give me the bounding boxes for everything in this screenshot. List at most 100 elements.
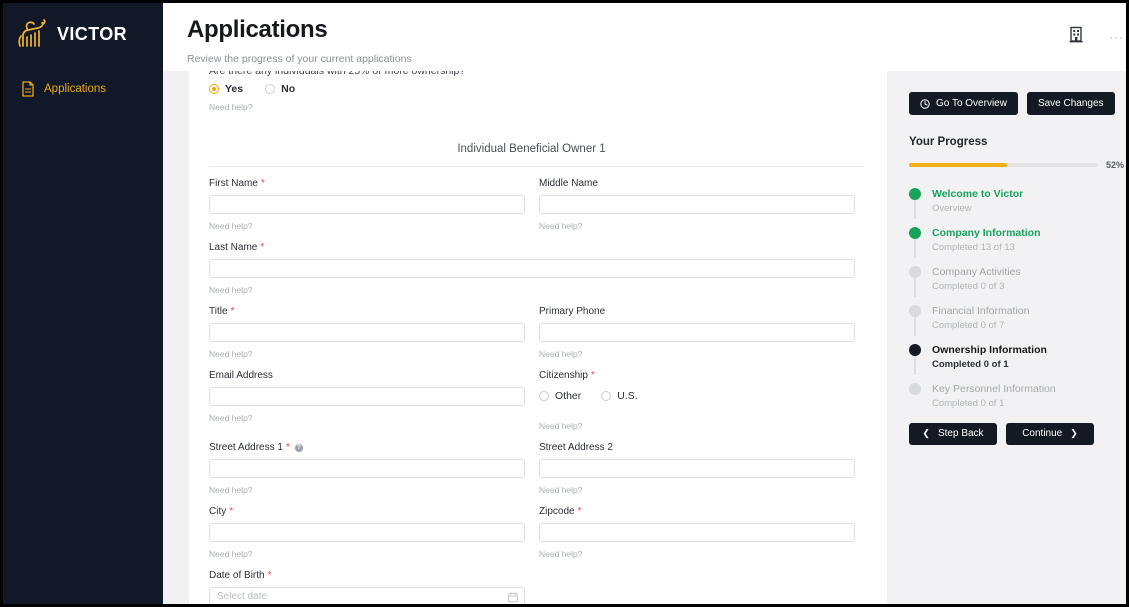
step-dot-column [909,343,921,375]
need-help-link[interactable]: Need help? [209,413,525,423]
progress-steps-list: Welcome to Victor Overview Company Informa… [909,187,1124,411]
progress-step[interactable]: Company Activities Completed 0 of 3 [909,265,1124,304]
required-marker: * [285,441,290,453]
need-help-link[interactable]: Need help? [199,102,864,112]
brand-logo[interactable]: VICTOR [3,16,163,52]
ownership-option-yes[interactable]: Yes [209,83,243,95]
citizenship-option-us[interactable]: U.S. [601,390,638,402]
need-help-link[interactable]: Need help? [539,221,855,231]
ownership-question: Are there any individuals with 25% or mo… [199,71,864,76]
step-title: Welcome to Victor [932,188,1024,200]
first-name-label: First Name * [209,177,265,189]
street-address-2-label: Street Address 2 [539,442,613,453]
progress-step[interactable]: Welcome to Victor Overview [909,187,1124,226]
sidebar-item-applications[interactable]: Applications [3,76,163,102]
row-last-name: Last Name * Need help? [199,231,864,295]
row-street-addresses: Street Address 1 * ? Need help? Street Ad… [199,431,864,495]
step-subtitle: Overview [932,203,972,215]
progress-action-buttons: Go To Overview Save Changes [909,92,1124,115]
wizard-nav-buttons: ❮ Step Back Continue ❯ [909,422,1124,445]
radio-no-icon [265,84,276,94]
step-status-dot-icon [909,188,921,200]
step-text: Company Information Completed 13 of 13 [932,226,1041,255]
primary-phone-input[interactable] [539,323,855,342]
need-help-link[interactable]: Need help? [209,285,855,295]
beneficial-owner-form: Are there any individuals with 25% or mo… [199,71,864,604]
section-title: Individual Beneficial Owner 1 [457,143,606,155]
step-dot-column [909,304,921,336]
field-middle-name: Middle Name Need help? [539,178,855,231]
field-primary-phone: Primary Phone Need help? [539,306,855,359]
progress-step[interactable]: Company Information Completed 13 of 13 [909,226,1124,265]
progress-fill [909,163,1007,167]
field-zipcode: Zipcode * Need help? [539,506,855,559]
step-title: Company Activities [932,265,1021,278]
city-label: City * [209,505,234,517]
go-to-overview-button[interactable]: Go To Overview [909,92,1018,115]
first-name-input[interactable] [209,195,525,214]
step-subtitle: Completed 0 of 1 [932,397,1005,409]
need-help-link[interactable]: Need help? [539,421,855,431]
step-subtitle: Completed 0 of 3 [932,281,1005,293]
progress-percent-label: 52% [1105,160,1124,170]
ownership-option-no[interactable]: No [265,83,295,95]
ownership-radio-group: Yes No [199,83,864,95]
document-icon [21,81,35,97]
required-marker: * [260,241,265,253]
continue-label: Continue [1022,428,1063,440]
chevron-right-icon: ❯ [1070,428,1078,439]
need-help-link[interactable]: Need help? [209,549,525,559]
title-input[interactable] [209,323,525,342]
need-help-link[interactable]: Need help? [209,485,525,495]
sidebar-item-label: Applications [44,83,107,95]
need-help-link[interactable]: Need help? [539,485,855,495]
step-connector-line [914,198,916,219]
progress-step[interactable]: Ownership Information Completed 0 of 1 [909,343,1124,382]
email-address-input[interactable] [209,387,525,406]
form-column: Are there any individuals with 25% or mo… [163,71,887,604]
zipcode-input[interactable] [539,523,855,542]
sidebar-nav: Applications [3,76,163,102]
street-address-1-label: Street Address 1 * ? [209,442,525,453]
required-marker: * [230,305,235,317]
city-input[interactable] [209,523,525,542]
citizenship-radio-group: Other U.S. [539,386,855,405]
zipcode-label: Zipcode * [539,505,582,517]
step-status-dot-icon [909,343,921,356]
need-help-link[interactable]: Need help? [209,221,525,231]
more-options-button[interactable]: ... [1110,28,1124,41]
date-of-birth-input[interactable] [209,587,525,604]
field-street-address-1: Street Address 1 * ? Need help? [209,442,525,495]
building-icon[interactable] [1069,26,1084,43]
need-help-link[interactable]: Need help? [209,349,525,359]
step-text: Key Personnel Information Completed 0 of … [932,382,1056,411]
save-changes-button[interactable]: Save Changes [1026,92,1115,115]
street-address-1-input[interactable] [209,459,525,478]
ownership-option-yes-label: Yes [225,83,244,95]
victor-crest-icon [16,19,50,49]
citizenship-option-other[interactable]: Other [539,390,581,402]
info-icon[interactable]: ? [294,443,303,452]
middle-name-label: Middle Name [539,178,598,189]
need-help-link[interactable]: Need help? [539,349,855,359]
step-dot-column [909,187,921,219]
progress-step[interactable]: Key Personnel Information Completed 0 of … [909,382,1124,411]
required-marker: * [229,505,234,517]
go-to-overview-label: Go To Overview [936,98,1007,109]
date-of-birth-wrapper [209,586,525,604]
step-subtitle: Completed 0 of 7 [932,319,1005,331]
step-back-button[interactable]: ❮ Step Back [909,422,997,445]
street-address-2-input[interactable] [539,459,855,478]
continue-button[interactable]: Continue ❯ [1006,422,1094,445]
middle-name-input[interactable] [539,195,855,214]
field-street-address-2: Street Address 2 Need help? [539,442,855,495]
last-name-input[interactable] [209,259,855,278]
page-header: Applications Review the progress of your… [163,3,1126,71]
progress-step[interactable]: Financial Information Completed 0 of 7 [909,304,1124,343]
step-back-label: Step Back [937,428,984,440]
need-help-link[interactable]: Need help? [539,549,855,559]
clock-icon [920,98,930,109]
step-text: Financial Information Completed 0 of 7 [932,304,1029,333]
step-text: Welcome to Victor Overview [932,187,1023,216]
field-citizenship: Citizenship * Other U.S. Need help? [539,370,855,431]
